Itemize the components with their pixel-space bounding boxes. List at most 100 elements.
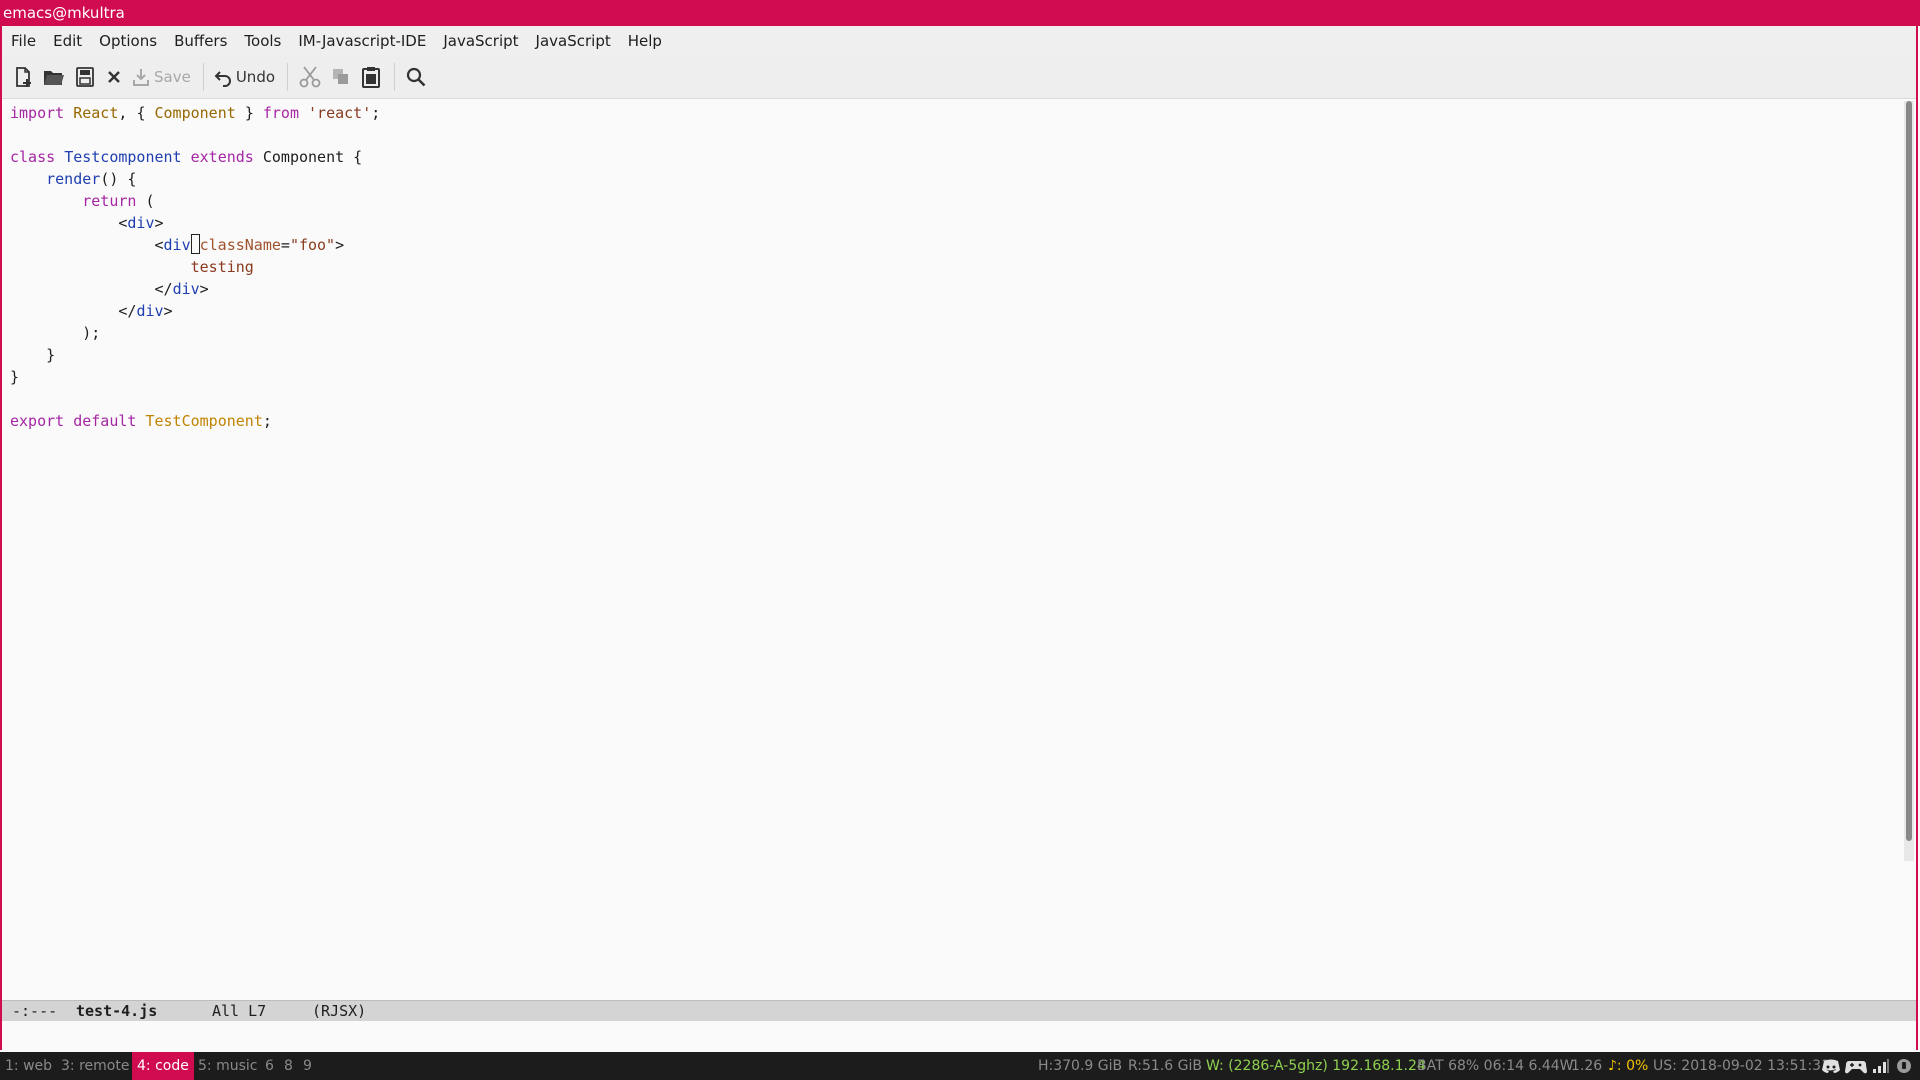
code-line: </div>	[118, 302, 173, 320]
menu-javascript-2[interactable]: JavaScript	[536, 32, 611, 50]
keyword: extends	[190, 148, 254, 166]
menu-buffers[interactable]: Buffers	[174, 32, 227, 50]
open-folder-icon	[44, 71, 64, 85]
new-file-button[interactable]	[12, 61, 34, 93]
save-button[interactable]: Save	[132, 61, 191, 93]
copy-icon	[333, 69, 349, 84]
menu-im-javascript-ide[interactable]: IM-Javascript-IDE	[298, 32, 426, 50]
toolbar-separator	[287, 63, 289, 91]
save-as-button[interactable]	[74, 61, 96, 93]
menu-tools[interactable]: Tools	[244, 32, 281, 50]
menu-options[interactable]: Options	[99, 32, 157, 50]
code-line: return (	[82, 192, 155, 210]
modeline-mode: (RJSX)	[312, 1002, 367, 1020]
identifier: React	[73, 104, 119, 122]
string: 'react'	[308, 104, 372, 122]
menubar: File Edit Options Buffers Tools IM-Javas…	[2, 26, 1916, 56]
workspace-5[interactable]: 5: music	[193, 1052, 262, 1080]
search-icon	[406, 67, 426, 87]
identifier: TestComponent	[145, 412, 263, 430]
keyword: default	[73, 412, 137, 430]
datetime: US: 2018-09-02 13:51:31	[1653, 1058, 1830, 1074]
save-icon	[133, 69, 149, 86]
close-buffer-button[interactable]	[104, 61, 124, 93]
workspace-1[interactable]: 1: web	[0, 1052, 57, 1080]
workspace-6[interactable]: 6	[260, 1052, 279, 1080]
menu-javascript[interactable]: JavaScript	[443, 32, 518, 50]
keyword: return	[82, 192, 137, 210]
copy-button[interactable]	[330, 61, 352, 93]
open-file-button[interactable]	[42, 61, 66, 93]
scrollbar-thumb[interactable]	[1906, 101, 1912, 841]
workspace-3[interactable]: 3: remote	[56, 1052, 134, 1080]
jsx-tag: div	[127, 214, 155, 232]
disk-root: R:51.6 GiB	[1128, 1058, 1202, 1074]
new-file-icon	[16, 67, 31, 87]
shield-icon[interactable]	[1896, 1058, 1912, 1074]
text-cursor	[190, 234, 200, 254]
code-text[interactable]: import React, { Component } from 'react'…	[10, 102, 380, 432]
cut-button[interactable]	[298, 61, 322, 93]
keyword: export	[10, 412, 65, 430]
emacs-window: File Edit Options Buffers Tools IM-Javas…	[0, 26, 1918, 1050]
jsx-tag: div	[172, 280, 200, 298]
window-title: emacs@mkultra	[3, 4, 125, 22]
menu-help[interactable]: Help	[628, 32, 662, 50]
code-line: import React, { Component } from 'react'…	[10, 104, 381, 122]
jsx-attribute: className	[199, 236, 281, 254]
toolbar: Save Undo	[2, 56, 1916, 99]
function-name: render	[46, 170, 101, 188]
modeline-filename: test-4.js	[76, 1002, 158, 1020]
paste-button[interactable]	[360, 61, 382, 93]
menu-file[interactable]: File	[11, 32, 36, 50]
string: "foo"	[289, 236, 336, 254]
jsx-tag: div	[163, 236, 191, 254]
undo-icon	[214, 71, 231, 87]
system-statusbar: 1: web 3: remote 4: code 5: music 6 8 9 …	[0, 1052, 1920, 1080]
close-icon	[108, 71, 120, 83]
modeline: -:--- test-4.js All L7 (RJSX)	[2, 1000, 1916, 1021]
code-line: </div>	[154, 280, 209, 298]
echo-area[interactable]	[2, 1021, 1916, 1050]
window-titlebar: emacs@mkultra	[0, 0, 1920, 26]
discord-icon[interactable]	[1821, 1058, 1841, 1074]
vertical-scrollbar[interactable]	[1904, 101, 1914, 861]
modeline-status: -:---	[12, 1002, 58, 1020]
workspace-4[interactable]: 4: code	[132, 1052, 194, 1080]
save-disk-icon	[76, 67, 94, 87]
save-label: Save	[154, 68, 191, 86]
class-name: Testcomponent	[64, 148, 182, 166]
editor-buffer[interactable]: import React, { Component } from 'react'…	[2, 99, 1904, 1000]
paste-icon	[362, 67, 381, 88]
undo-button[interactable]: Undo	[214, 61, 275, 93]
code-line: <div className="foo">	[154, 234, 345, 254]
code-line: <div>	[118, 214, 164, 232]
undo-label: Undo	[235, 68, 276, 86]
code-line: }	[46, 346, 56, 364]
modeline-position: All L7	[212, 1002, 267, 1020]
toolbar-separator	[394, 63, 396, 91]
keyword: from	[262, 104, 299, 122]
volume-status: ♪: 0%	[1608, 1058, 1649, 1074]
workspace-9[interactable]: 9	[298, 1052, 317, 1080]
signal-icon[interactable]	[1872, 1058, 1890, 1074]
battery-status: BAT 68% 06:14 6.44W	[1417, 1058, 1574, 1074]
code-line: }	[10, 368, 20, 386]
punct: }	[244, 104, 254, 122]
jsx-text: testing	[190, 258, 254, 276]
workspace-8[interactable]: 8	[279, 1052, 298, 1080]
jsx-tag: div	[136, 302, 164, 320]
keyword: class	[10, 148, 56, 166]
code-line: class Testcomponent extends Component {	[10, 148, 363, 166]
load-average: 1.26	[1571, 1058, 1603, 1074]
code-line: );	[82, 324, 101, 342]
keyword: import	[10, 104, 65, 122]
punct: {	[136, 104, 146, 122]
identifier: Component	[154, 104, 236, 122]
menu-edit[interactable]: Edit	[53, 32, 82, 50]
code-line: testing	[191, 258, 254, 276]
search-button[interactable]	[405, 61, 427, 93]
gamepad-icon[interactable]	[1845, 1058, 1867, 1074]
disk-home: H:370.9 GiB	[1038, 1058, 1123, 1074]
toolbar-separator	[202, 63, 204, 91]
